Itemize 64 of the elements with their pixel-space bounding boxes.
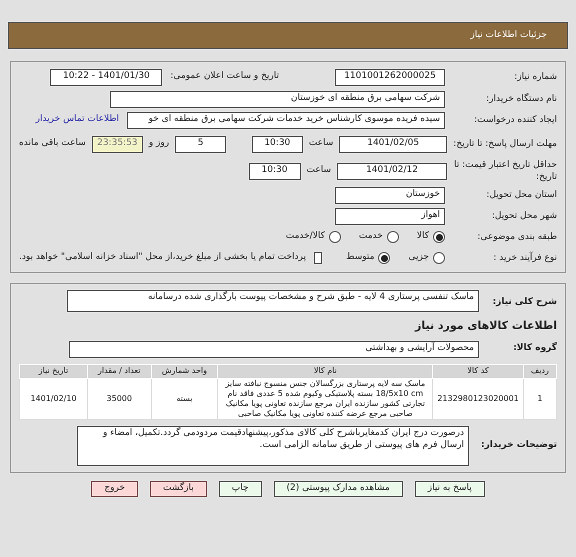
table-cell: 2132980123020001: [432, 378, 524, 419]
field-label: استان محل تحویل:: [485, 189, 557, 201]
radio-button[interactable]: [328, 231, 341, 243]
radio-label: خدمت: [358, 230, 383, 244]
column-header: تاریخ نیاز: [20, 364, 88, 378]
text-field[interactable]: 1401/02/12: [337, 162, 447, 180]
radio-button[interactable]: [386, 231, 399, 243]
field-label: حداقل تاریخ اعتبار قیمت: تا تاریخ:: [453, 159, 557, 183]
text-field[interactable]: 1401/01/30 - 10:22: [50, 68, 162, 86]
action-button[interactable]: پاسخ به نیاز: [414, 480, 485, 496]
field-label: گروه کالا:: [512, 342, 557, 356]
page-header: جزئیات اطلاعات نیاز: [8, 22, 568, 49]
table-cell: 1: [523, 378, 556, 419]
action-button[interactable]: مشاهده مدارک پیوستی (2): [274, 480, 403, 496]
column-header: ردیف: [523, 364, 556, 378]
contact-link[interactable]: اطلاعات تماس خریدار: [36, 113, 119, 127]
text-area[interactable]: ماسک تنفسی پرستاری 4 لایه - طبق شرح و مشخصات پیوست بارگذاری شده درسامانه: [67, 290, 479, 312]
text-field[interactable]: اهواز: [335, 208, 445, 224]
text-field[interactable]: 1101001262000025: [335, 68, 445, 86]
radio-label: کالا/خدمت: [286, 230, 325, 244]
field-label: شماره نیاز:: [513, 71, 557, 83]
radio-label: جزیی: [408, 251, 429, 264]
field-label: شرح کلی نیاز:: [492, 296, 557, 309]
column-header: تعداد / مقدار: [88, 364, 151, 378]
radio-label: کالا: [416, 230, 429, 244]
text-field[interactable]: سیده فریده موسوی کارشناس خرید خدمات شرکت سهامی برق منطقه ای خو: [127, 112, 445, 128]
column-header: کد کالا: [432, 364, 524, 378]
table-cell: ماسک سه لایه پرستاری بزرگسالان جنس منسوج نبافته سایز 18/5x10 cm بسته پلاستیکی وکیوم شده 5 عددی فاقد نام تجارتی کشور سازنده ایران مرجع سازنده تعاونی پویا مکانیک صاحبی مرجع عرضه کننده تعاونی پویا مکانیک صاحبی: [218, 378, 433, 419]
text-field[interactable]: 5: [175, 136, 226, 152]
column-header: نام کالا: [218, 364, 433, 378]
field-label: توضیحات خریدار:: [480, 438, 557, 452]
checkbox-label: پرداخت تمام یا بخشی از مبلغ خرید،از محل "اسناد خزانه اسلامی" خواهد بود.: [19, 251, 306, 264]
radio-button[interactable]: [378, 252, 390, 264]
text-area[interactable]: درصورت درج ایران کدمغایرباشرح کلی کالای مذکور،پیشنهادقیمت مردودمی گردد.تکمیل، امضاء و ارسال فرم های پیوستی از طریق سامانه الزامی است.: [77, 426, 469, 466]
table-cell: 35000: [88, 378, 151, 419]
column-header: واحد شمارش: [151, 364, 218, 378]
field-label: نوع فرآیند خرید :: [492, 252, 557, 264]
table-cell: بسته: [151, 378, 218, 419]
text-field[interactable]: 10:30: [248, 162, 300, 180]
field-label: مهلت ارسال پاسخ: تا تاریخ:: [453, 138, 557, 150]
text-field[interactable]: خوزستان: [335, 186, 445, 204]
field-label: تاریخ و ساعت اعلان عمومی:: [170, 70, 279, 84]
action-button[interactable]: خروج: [91, 480, 138, 496]
action-button[interactable]: چاپ: [218, 480, 262, 496]
field-label: روز و: [148, 137, 170, 150]
field-label: طبقه بندی موضوعی:: [476, 231, 557, 243]
text-field[interactable]: 10:30: [252, 136, 303, 152]
action-button[interactable]: بازگشت: [150, 480, 207, 496]
field-label: نام دستگاه خریدار:: [485, 93, 557, 105]
text-field[interactable]: 1401/02/05: [339, 136, 447, 152]
text-field[interactable]: محصولات آرایشی و بهداشتی: [69, 340, 479, 358]
field-label: ایجاد کننده درخواست:: [473, 114, 557, 126]
checkbox[interactable]: [314, 252, 322, 264]
field-label: ساعت: [308, 137, 334, 150]
field-label: ساعت باقی مانده: [19, 137, 86, 150]
field-label: ساعت: [306, 164, 331, 178]
radio-button[interactable]: [433, 231, 445, 243]
table-cell: 1401/02/10: [20, 378, 88, 419]
radio-label: متوسط: [346, 251, 374, 264]
countdown-field[interactable]: 23:35:53: [92, 136, 143, 152]
section-heading: اطلاعات کالاهای مورد نیاز: [414, 318, 557, 334]
text-field[interactable]: شرکت سهامی برق منطقه ای خوزستان: [110, 90, 445, 108]
field-label: شهر محل تحویل:: [490, 210, 557, 222]
radio-button[interactable]: [433, 252, 445, 264]
